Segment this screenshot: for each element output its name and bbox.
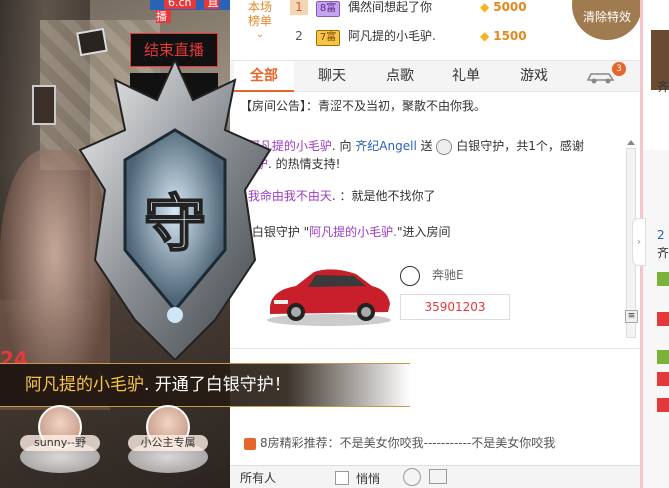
wealth-level-badge: 8富 xyxy=(315,1,341,17)
chat-message: 我命由我不由天. ：就是他不找你了 xyxy=(232,187,622,205)
video-photo-frame xyxy=(32,85,56,125)
car-image xyxy=(267,269,391,326)
chat-user-name[interactable]: 阿凡提的小毛驴. xyxy=(309,225,397,239)
chat-message: 白银守护 "阿凡提的小毛驴."进入房间 xyxy=(232,223,622,241)
chat-text: 白银守护 " xyxy=(251,225,310,239)
chat-user-name[interactable]: 阿凡提的小毛驴 xyxy=(248,139,332,153)
tab-all[interactable]: 全部 xyxy=(234,61,294,92)
rank-header[interactable]: 本场 榜单 ⌄ xyxy=(240,0,280,42)
tab-games[interactable]: 游戏 xyxy=(504,61,564,92)
notification-badge: 3 xyxy=(612,62,626,76)
rank-header-label: 榜单 xyxy=(247,14,272,28)
rank-number: 2 xyxy=(295,29,303,43)
fire-icon xyxy=(232,190,244,203)
coin-amount: 1500 xyxy=(480,26,526,46)
announcement-text: ：青涩不及当初，聚散不由你我。 xyxy=(306,99,487,113)
chat-text: . ：就是他不找你了 xyxy=(331,189,436,203)
notice-user-name: 阿凡提的小毛驴 xyxy=(25,375,144,395)
chat-tabs: 全部 聊天 点歌 礼单 游戏 3 xyxy=(230,60,640,92)
avatar-label: 小公主专属 xyxy=(128,435,208,451)
image-icon[interactable] xyxy=(429,469,447,484)
chat-text: . 的热情支持! xyxy=(268,157,341,171)
speaker-icon xyxy=(244,437,256,450)
live-room: 6.cn直播 结束直播 24 本场 榜单 ⌄ 1 8富 偶然间想起了你 5000… xyxy=(0,0,669,488)
rank-header-label: 本场 xyxy=(247,0,272,14)
end-live-button[interactable]: 结束直播 xyxy=(130,33,218,67)
whisper-checkbox[interactable] xyxy=(335,471,349,485)
recommend-text: 8房精彩推荐：不是美女你咬我-----------不是美女你咬我 xyxy=(260,436,556,450)
silver-guard-icon xyxy=(232,224,248,241)
rank-user-name: 偶然间想起了你 xyxy=(348,0,433,14)
tab-gifts[interactable]: 礼单 xyxy=(436,61,496,92)
room-recommendation[interactable]: 8房精彩推荐：不是美女你咬我-----------不是美女你咬我 xyxy=(244,434,555,451)
chat-text: 送 xyxy=(416,139,433,153)
chat-text: 白银守护，共1个，感谢 xyxy=(456,139,584,153)
chat-text: . 向 xyxy=(331,139,356,153)
rank-number: 1 xyxy=(290,0,308,15)
video-photo-frame xyxy=(76,27,108,57)
chat-target-select[interactable]: 所有人 xyxy=(240,469,320,487)
expand-sidebar-button[interactable]: › xyxy=(632,218,646,266)
sidebar-text: 2 xyxy=(657,228,665,242)
tab-chat[interactable]: 聊天 xyxy=(302,61,362,92)
fire-icon xyxy=(232,140,244,153)
tab-song[interactable]: 点歌 xyxy=(370,61,430,92)
notice-text: . 开通了白银守护！ xyxy=(144,375,291,395)
site-badge: 6.cn 直播 xyxy=(150,0,230,23)
guard-avatar[interactable]: 小公主专属 xyxy=(128,405,208,483)
sidebar-badge-icon xyxy=(657,312,669,326)
sidebar-badge-icon xyxy=(657,398,669,412)
chat-user-name[interactable]: 齐纪Angell xyxy=(355,139,416,153)
chat-input-bar: 所有人 悄悄 xyxy=(230,465,640,488)
rank-user-name: 阿凡提的小毛驴. xyxy=(348,29,436,43)
chat-message: 小毛驴. 的热情支持! xyxy=(232,155,622,173)
sidebar-badge-icon xyxy=(657,372,669,386)
sidebar-text: 齐 xyxy=(657,80,669,94)
sidebar-badge-icon xyxy=(657,350,669,364)
silver-guard-icon xyxy=(436,138,453,155)
chat-user-name[interactable]: 小毛驴 xyxy=(232,157,268,171)
announcement-label: 【房间公告】 xyxy=(240,99,307,113)
avatar-label: sunny--野 xyxy=(20,435,100,451)
sidebar-badge-icon xyxy=(657,272,669,286)
scroll-end-icon[interactable]: ≡ xyxy=(625,310,638,323)
video-control-panel xyxy=(130,73,218,107)
chat-user-name[interactable]: 我命由我不由天 xyxy=(248,189,332,203)
wealth-level-badge: 7富 xyxy=(315,30,341,46)
car-name: 奔驰E xyxy=(432,268,464,282)
room-announcement: 【房间公告】：青涩不及当初，聚散不由你我。 xyxy=(240,98,486,114)
guard-avatar[interactable]: sunny--野 xyxy=(20,405,100,483)
chat-message: 阿凡提的小毛驴. 向 齐纪Angell 送 白银守护，共1个，感谢 xyxy=(232,137,622,155)
sidebar-text: 齐 xyxy=(657,246,669,260)
guard-avatars: sunny--野 小公主专属 xyxy=(0,405,230,488)
chevron-down-icon: ⌄ xyxy=(255,29,265,40)
chat-text: "进入房间 xyxy=(397,225,451,239)
scroll-up-icon[interactable] xyxy=(627,140,635,145)
rank-row[interactable]: 2 7富 阿凡提的小毛驴. 1500 xyxy=(290,26,550,48)
emoji-icon[interactable] xyxy=(403,468,421,486)
rank-row[interactable]: 1 8富 偶然间想起了你 5000 xyxy=(290,0,550,19)
divider xyxy=(230,348,640,349)
car-number: 35901203 xyxy=(400,294,510,320)
mercedes-logo-icon xyxy=(400,266,420,286)
guard-notice-banner: 阿凡提的小毛驴. 开通了白银守护！ xyxy=(0,363,410,407)
whisper-label: 悄悄 xyxy=(356,472,381,486)
coin-amount: 5000 xyxy=(480,0,526,17)
